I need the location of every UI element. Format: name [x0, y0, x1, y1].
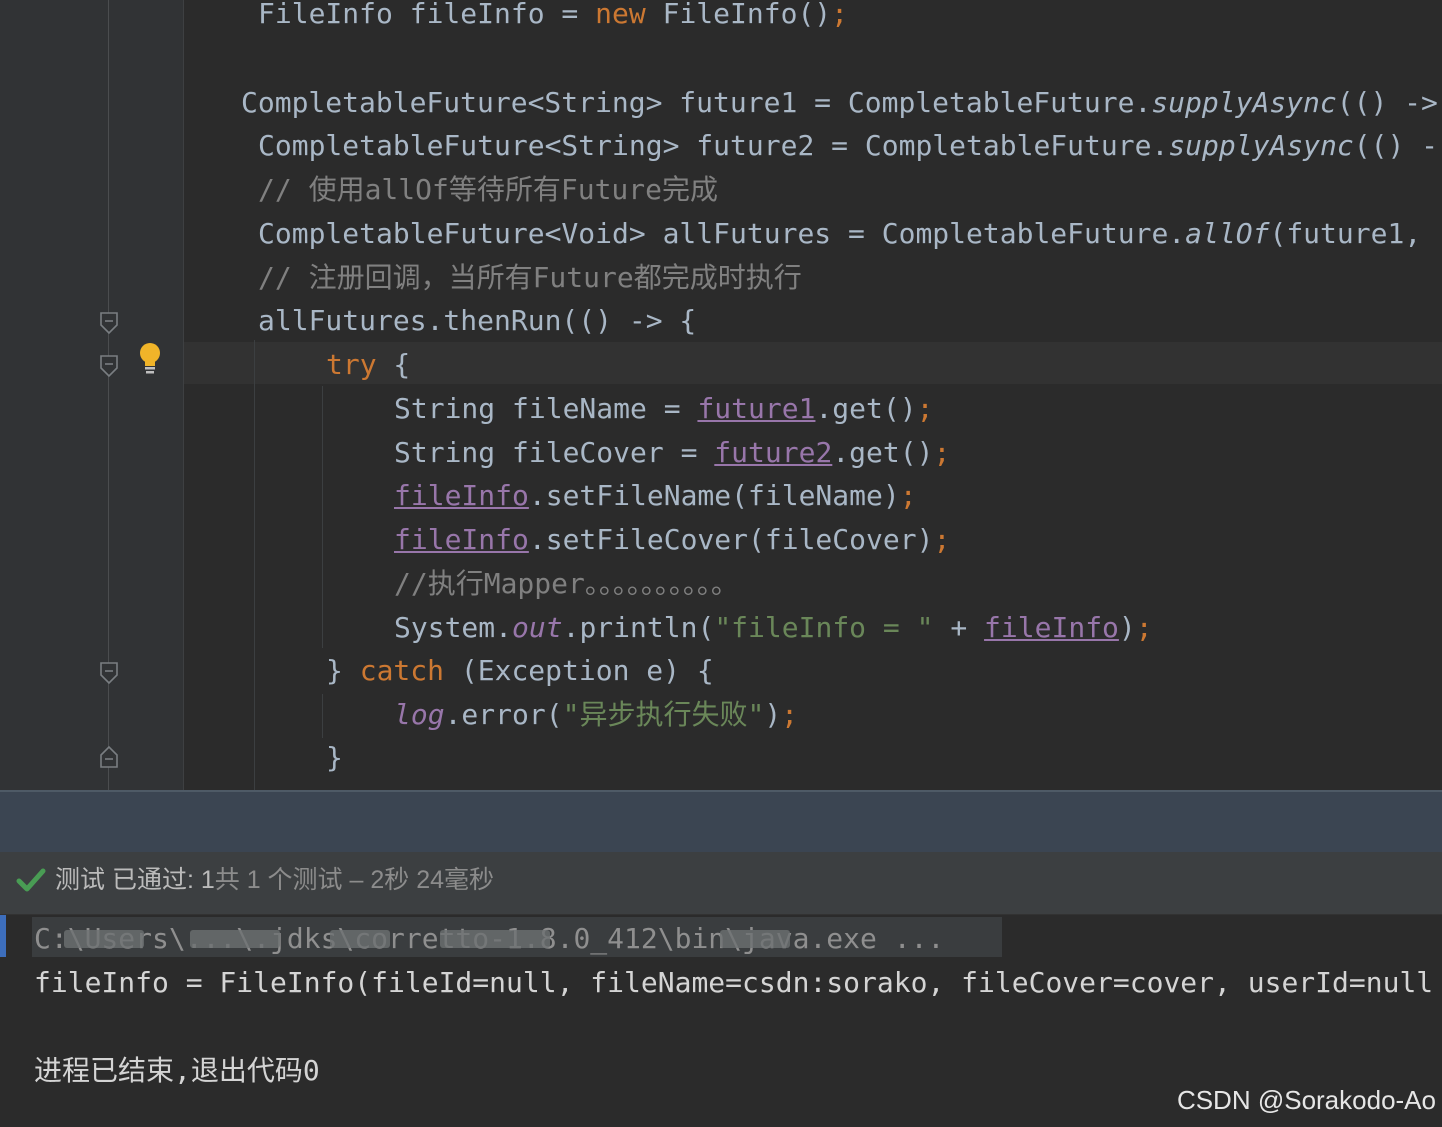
lightbulb-icon[interactable]	[137, 342, 163, 374]
test-passed-count: 1	[200, 866, 215, 894]
code-line-10: String fileCover = future2.get();	[394, 436, 951, 469]
editor-gutter	[0, 0, 184, 790]
blurred-text	[330, 930, 390, 948]
console-exit-line: 进程已结束,退出代码0	[34, 1054, 320, 1087]
check-icon	[16, 868, 46, 892]
code-line-8: try {	[326, 348, 411, 381]
blurred-text	[64, 930, 144, 948]
console-current-marker	[0, 915, 6, 957]
code-line-17: }	[326, 741, 343, 774]
code-line-1: FileInfo fileInfo = new FileInfo();	[258, 0, 849, 30]
test-status-label: 测试 已通过:	[55, 866, 201, 894]
test-summary: 共 1 个测试 – 2秒 24毫秒	[214, 866, 494, 894]
fold-collapse-icon[interactable]	[99, 354, 119, 378]
code-line-11: fileInfo.setFileName(fileName);	[394, 479, 917, 512]
fold-collapse-icon[interactable]	[99, 661, 119, 685]
blurred-text	[440, 930, 550, 948]
code-line-2: CompletableFuture<String> future1 = Comp…	[241, 86, 1438, 119]
code-line-9: String fileName = future1.get();	[394, 392, 934, 425]
code-comment: // 注册回调，当所有Future都完成时执行	[258, 261, 802, 294]
code-comment: //执行Mapper。。。。。。。。。。	[394, 567, 739, 600]
indent-guide	[322, 694, 323, 738]
indent-guide	[322, 386, 323, 648]
code-line-3: CompletableFuture<String> future2 = Comp…	[258, 129, 1439, 162]
test-status-text: 测试 已通过: 1共 1 个测试 – 2秒 24毫秒	[55, 860, 494, 900]
panel-splitter[interactable]	[0, 790, 1442, 852]
code-line-7: allFutures.thenRun(() -> {	[258, 304, 697, 337]
indent-guide	[254, 340, 255, 790]
blurred-text	[190, 930, 280, 948]
blurred-text	[720, 930, 790, 948]
code-line-12: fileInfo.setFileCover(fileCover);	[394, 523, 951, 556]
gutter-separator	[183, 0, 184, 790]
console-output-line: fileInfo = FileInfo(fileId=null, fileNam…	[34, 966, 1434, 999]
fold-end-icon[interactable]	[99, 745, 119, 769]
fold-collapse-icon[interactable]	[99, 311, 119, 335]
code-line-16: log.error("异步执行失败");	[394, 698, 799, 731]
code-line-14: System.out.println("fileInfo = " + fileI…	[394, 611, 1153, 644]
code-line-15: } catch (Exception e) {	[326, 654, 714, 687]
code-line-5: CompletableFuture<Void> allFutures = Com…	[258, 217, 1422, 250]
code-comment: // 使用allOf等待所有Future完成	[258, 173, 719, 206]
code-editor[interactable]: FileInfo fileInfo = new FileInfo(); Comp…	[0, 0, 1442, 790]
csdn-watermark: CSDN @Sorakodo-Ao	[1176, 1085, 1436, 1115]
